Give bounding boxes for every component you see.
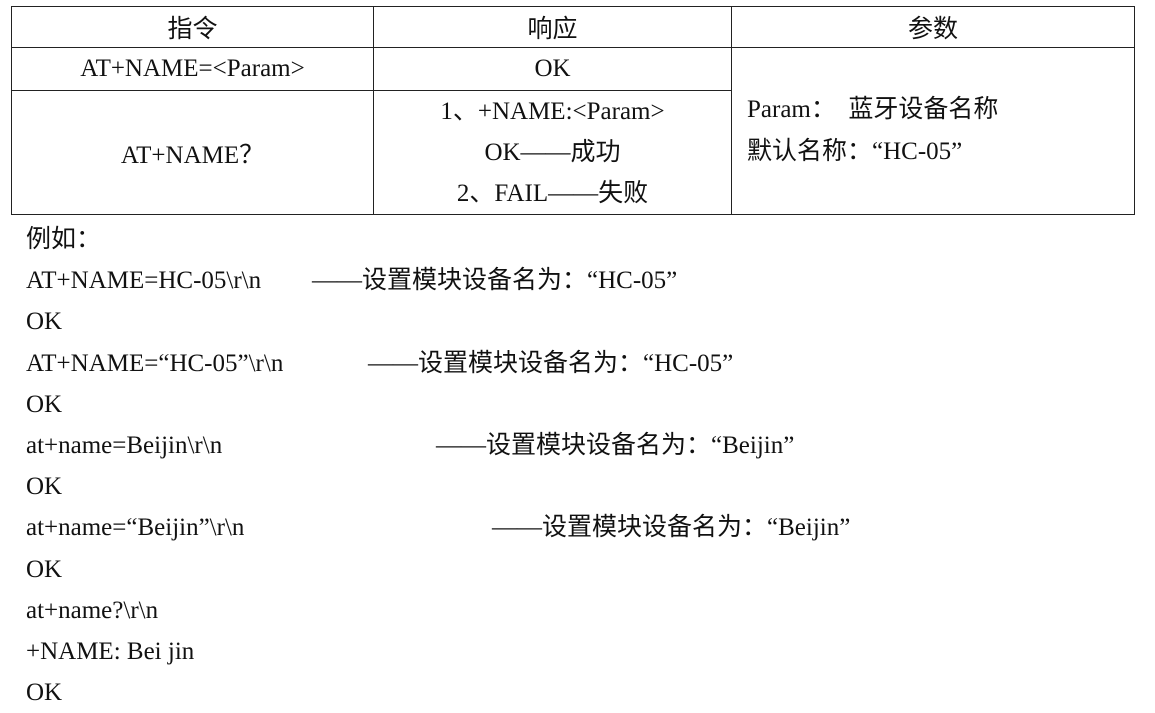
set-name-response: OK <box>373 47 732 91</box>
example-note: ——设置模块设备名为：“Beijin” <box>436 431 795 459</box>
example-command: at+name?\r\n <box>26 596 159 624</box>
example-note: ——设置模块设备名为：“HC-05” <box>312 267 678 295</box>
example-line: OK <box>26 301 101 342</box>
query-name-response: 1、+NAME:<Param> OK——成功 2、FAIL——失败 <box>373 90 732 215</box>
header-response: 响应 <box>373 6 732 48</box>
example-command: OK <box>26 390 63 418</box>
param-name-line: Param： 蓝牙设备名称 <box>747 96 999 123</box>
response-line: OK——成功 <box>484 139 621 166</box>
examples-section: 例如： AT+NAME=HC-05\r\n ——设置模块设备名为：“HC-05”… <box>26 219 850 713</box>
example-command: OK <box>26 308 63 336</box>
example-line: +NAME: Bei jin <box>26 631 194 672</box>
examples-title: 例如： <box>26 226 102 253</box>
at-name-command-table: 指令 响应 参数 AT+NAME=<Param> OK Param： 蓝牙设备名… <box>11 6 1135 215</box>
example-line: AT+NAME=“HC-05”\r\n ——设置模块设备名为：“HC-05” <box>26 343 733 384</box>
response-line: 2、FAIL——失败 <box>456 180 649 207</box>
example-command: at+name=“Beijin”\r\n <box>26 514 245 542</box>
header-parameter: 参数 <box>731 6 1135 48</box>
table-header-row: 指令 响应 参数 <box>11 6 1135 48</box>
example-command: at+name=Beijin\r\n <box>26 431 223 459</box>
example-note: ——设置模块设备名为：“HC-05” <box>368 349 734 377</box>
example-line: AT+NAME=HC-05\r\n ——设置模块设备名为：“HC-05” <box>26 260 677 301</box>
parameter-description: Param： 蓝牙设备名称 默认名称：“HC-05” <box>731 47 1135 215</box>
example-line: at+name=Beijin\r\n ——设置模块设备名为：“Beijin” <box>26 425 794 466</box>
example-line: OK <box>26 384 101 425</box>
example-note: ——设置模块设备名为：“Beijin” <box>492 514 851 542</box>
table-row: AT+NAME=<Param> OK Param： 蓝牙设备名称 默认名称：“H… <box>11 47 1135 215</box>
example-command: AT+NAME=“HC-05”\r\n <box>26 349 284 377</box>
example-command: +NAME: Bei jin <box>26 637 195 665</box>
example-command: AT+NAME=HC-05\r\n <box>26 267 262 295</box>
response-line: 1、+NAME:<Param> <box>440 98 665 125</box>
example-line: OK <box>26 466 101 507</box>
param-default-line: 默认名称：“HC-05” <box>747 138 963 165</box>
example-line: OK <box>26 672 101 713</box>
example-line: at+name?\r\n <box>26 590 158 631</box>
example-command: OK <box>26 473 63 501</box>
example-command: OK <box>26 555 63 583</box>
example-line: OK <box>26 549 101 590</box>
example-command: OK <box>26 679 63 707</box>
query-name-command: AT+NAME？ <box>11 90 374 215</box>
set-name-command: AT+NAME=<Param> <box>11 47 374 91</box>
header-command: 指令 <box>11 6 374 48</box>
example-line: at+name=“Beijin”\r\n ——设置模块设备名为：“Beijin” <box>26 507 850 548</box>
